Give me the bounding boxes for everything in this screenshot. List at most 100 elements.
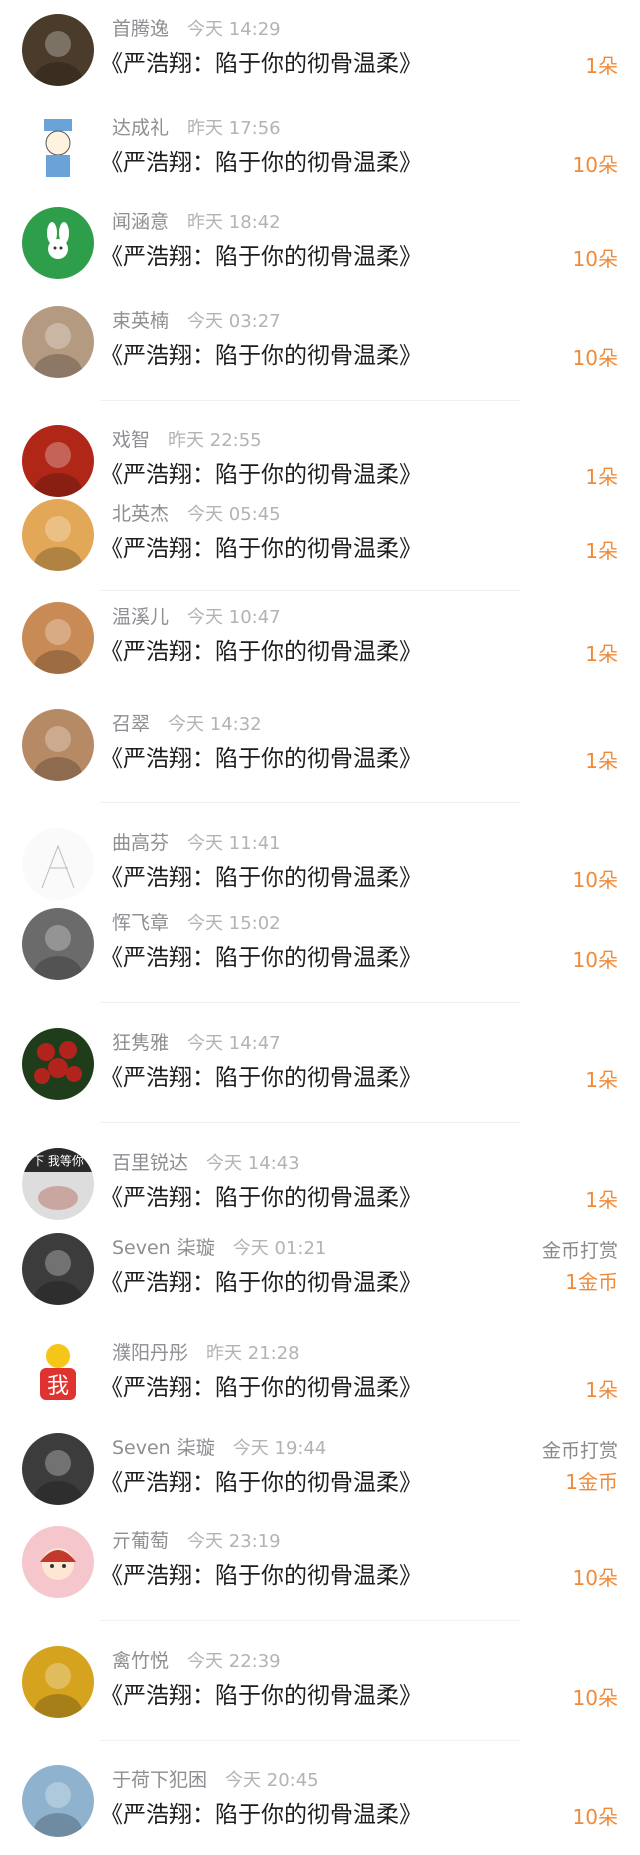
- gift-amount: 10朵: [572, 1805, 618, 1829]
- user-name[interactable]: 温溪儿: [112, 606, 169, 628]
- user-name[interactable]: 亓葡萄: [112, 1530, 169, 1552]
- user-name[interactable]: 恽飞章: [112, 912, 169, 934]
- item-meta: 于荷下犯困 今天 20:45: [112, 1765, 319, 1791]
- list-item[interactable]: 恽飞章 今天 15:02 《严浩翔：陷于你的彻骨温柔》 10朵: [0, 908, 640, 998]
- row-divider: [100, 802, 520, 803]
- food-avatar[interactable]: [22, 499, 94, 571]
- list-item[interactable]: 曲高芬 今天 11:41 《严浩翔：陷于你的彻骨温柔》 10朵: [0, 828, 640, 918]
- book-title[interactable]: 《严浩翔：陷于你的彻骨温柔》: [100, 1463, 422, 1497]
- book-title[interactable]: 《严浩翔：陷于你的彻骨温柔》: [100, 1556, 422, 1590]
- sketch-avatar[interactable]: [22, 828, 94, 900]
- timestamp: 今天 14:43: [206, 1153, 300, 1174]
- list-item[interactable]: Seven 柒璇 今天 01:21 《严浩翔：陷于你的彻骨温柔》 金币打赏 1金币: [0, 1233, 640, 1323]
- user-name[interactable]: 束英楠: [112, 310, 169, 332]
- book-title[interactable]: 《严浩翔：陷于你的彻骨温柔》: [100, 1178, 422, 1212]
- item-meta: 北英杰 今天 05:45: [112, 499, 281, 525]
- book-title[interactable]: 《严浩翔：陷于你的彻骨温柔》: [100, 336, 422, 370]
- row-divider: [100, 1122, 520, 1123]
- list-item[interactable]: 我 濮阳丹彤 昨天 21:28 《严浩翔：陷于你的彻骨温柔》 1朵: [0, 1338, 640, 1428]
- svg-text:下 我等你: 下 我等你: [32, 1154, 84, 1168]
- glasses-anime-avatar[interactable]: [22, 1765, 94, 1837]
- timestamp: 今天 22:39: [187, 1651, 281, 1672]
- timestamp: 今天 19:44: [232, 1438, 327, 1459]
- user-name[interactable]: Seven 柒璇: [112, 1237, 215, 1259]
- book-title[interactable]: 《严浩翔：陷于你的彻骨温柔》: [100, 1368, 422, 1402]
- gift-type-label: 金币打赏: [541, 1440, 618, 1462]
- user-name[interactable]: 狂隽雅: [112, 1032, 169, 1054]
- row-divider: [100, 1620, 520, 1621]
- item-meta: 狂隽雅 今天 14:47: [112, 1028, 281, 1054]
- book-title[interactable]: 《严浩翔：陷于你的彻骨温柔》: [100, 1795, 422, 1829]
- timestamp: 今天 05:45: [187, 504, 281, 525]
- list-item[interactable]: Seven 柒璇 今天 19:44 《严浩翔：陷于你的彻骨温柔》 金币打赏 1金币: [0, 1433, 640, 1523]
- gift-amount: 10朵: [572, 346, 618, 370]
- cartoon-girl-avatar[interactable]: [22, 1526, 94, 1598]
- user-name[interactable]: 戏智: [112, 429, 150, 451]
- text-photo-avatar[interactable]: 下 我等你: [22, 1148, 94, 1220]
- user-name[interactable]: 北英杰: [112, 503, 169, 525]
- gift-amount: 1金币: [565, 1470, 618, 1494]
- user-name[interactable]: 濮阳丹彤: [112, 1342, 188, 1364]
- gift-type-label: 金币打赏: [541, 1240, 618, 1262]
- dark-photo-avatar[interactable]: [22, 14, 94, 86]
- book-title[interactable]: 《严浩翔：陷于你的彻骨温柔》: [100, 632, 422, 666]
- bw-photo-avatar[interactable]: [22, 1233, 94, 1305]
- cartoon-avatar[interactable]: [22, 113, 94, 185]
- user-name[interactable]: 于荷下犯困: [112, 1769, 207, 1791]
- book-title[interactable]: 《严浩翔：陷于你的彻骨温柔》: [100, 1058, 422, 1092]
- list-item[interactable]: 狂隽雅 今天 14:47 《严浩翔：陷于你的彻骨温柔》 1朵: [0, 1028, 640, 1118]
- book-title[interactable]: 《严浩翔：陷于你的彻骨温柔》: [100, 739, 422, 773]
- item-meta: 濮阳丹彤 昨天 21:28: [112, 1338, 300, 1364]
- user-name[interactable]: Seven 柒璇: [112, 1437, 215, 1459]
- user-name[interactable]: 曲高芬: [112, 832, 169, 854]
- red-warrior-avatar[interactable]: [22, 425, 94, 497]
- roses-avatar[interactable]: [22, 1028, 94, 1100]
- list-item[interactable]: 下 我等你 百里锐达 今天 14:43 《严浩翔：陷于你的彻骨温柔》 1朵: [0, 1148, 640, 1238]
- book-title[interactable]: 《严浩翔：陷于你的彻骨温柔》: [100, 938, 422, 972]
- book-title[interactable]: 《严浩翔：陷于你的彻骨温柔》: [100, 858, 422, 892]
- list-item[interactable]: 召翠 今天 14:32 《严浩翔：陷于你的彻骨温柔》 1朵: [0, 709, 640, 799]
- anime-avatar[interactable]: [22, 908, 94, 980]
- gift-amount: 1朵: [585, 642, 618, 666]
- list-item[interactable]: 禽竹悦 今天 22:39 《严浩翔：陷于你的彻骨温柔》 10朵: [0, 1646, 640, 1736]
- user-name[interactable]: 百里锐达: [112, 1152, 188, 1174]
- list-item[interactable]: 亓葡萄 今天 23:19 《严浩翔：陷于你的彻骨温柔》 10朵: [0, 1526, 640, 1616]
- bw-photo-avatar[interactable]: [22, 1433, 94, 1505]
- selfie-avatar[interactable]: [22, 1646, 94, 1718]
- gift-amount: 1朵: [585, 539, 618, 563]
- user-name[interactable]: 达成礼: [112, 117, 169, 139]
- list-item[interactable]: 达成礼 昨天 17:56 《严浩翔：陷于你的彻骨温柔》 10朵: [0, 113, 640, 203]
- user-name[interactable]: 闻涵意: [112, 211, 169, 233]
- list-item[interactable]: 温溪儿 今天 10:47 《严浩翔：陷于你的彻骨温柔》 1朵: [0, 602, 640, 692]
- item-meta: 戏智 昨天 22:55: [112, 425, 262, 451]
- book-title[interactable]: 《严浩翔：陷于你的彻骨温柔》: [100, 455, 422, 489]
- list-item[interactable]: 于荷下犯困 今天 20:45 《严浩翔：陷于你的彻骨温柔》 10朵: [0, 1765, 640, 1855]
- list-item[interactable]: 闻涵意 昨天 18:42 《严浩翔：陷于你的彻骨温柔》 10朵: [0, 207, 640, 297]
- list-item[interactable]: 北英杰 今天 05:45 《严浩翔：陷于你的彻骨温柔》 1朵: [0, 499, 640, 589]
- timestamp: 今天 14:29: [187, 19, 281, 40]
- green-bunny-avatar[interactable]: [22, 207, 94, 279]
- timestamp: 今天 03:27: [187, 311, 281, 332]
- timestamp: 昨天 18:42: [187, 212, 281, 233]
- item-meta: 温溪儿 今天 10:47: [112, 602, 281, 628]
- user-name[interactable]: 首腾逸: [112, 18, 169, 40]
- wo-sticker-avatar[interactable]: 我: [22, 1338, 94, 1410]
- book-title[interactable]: 《严浩翔：陷于你的彻骨温柔》: [100, 529, 422, 563]
- alpaca-avatar[interactable]: [22, 602, 94, 674]
- list-item[interactable]: 首腾逸 今天 14:29 《严浩翔：陷于你的彻骨温柔》 1朵: [0, 14, 640, 104]
- book-title[interactable]: 《严浩翔：陷于你的彻骨温柔》: [100, 237, 422, 271]
- timestamp: 昨天 22:55: [168, 430, 262, 451]
- row-divider: [100, 400, 520, 401]
- book-title[interactable]: 《严浩翔：陷于你的彻骨温柔》: [100, 1263, 422, 1297]
- user-name[interactable]: 禽竹悦: [112, 1650, 169, 1672]
- timestamp: 今天 01:21: [232, 1238, 327, 1259]
- painting-avatar[interactable]: [22, 306, 94, 378]
- list-item[interactable]: 束英楠 今天 03:27 《严浩翔：陷于你的彻骨温柔》 10朵: [0, 306, 640, 396]
- timestamp: 今天 14:32: [168, 714, 262, 735]
- book-title[interactable]: 《严浩翔：陷于你的彻骨温柔》: [100, 143, 422, 177]
- gift-amount: 1朵: [585, 1378, 618, 1402]
- woman-photo-avatar[interactable]: [22, 709, 94, 781]
- book-title[interactable]: 《严浩翔：陷于你的彻骨温柔》: [100, 44, 422, 78]
- user-name[interactable]: 召翠: [112, 713, 150, 735]
- book-title[interactable]: 《严浩翔：陷于你的彻骨温柔》: [100, 1676, 422, 1710]
